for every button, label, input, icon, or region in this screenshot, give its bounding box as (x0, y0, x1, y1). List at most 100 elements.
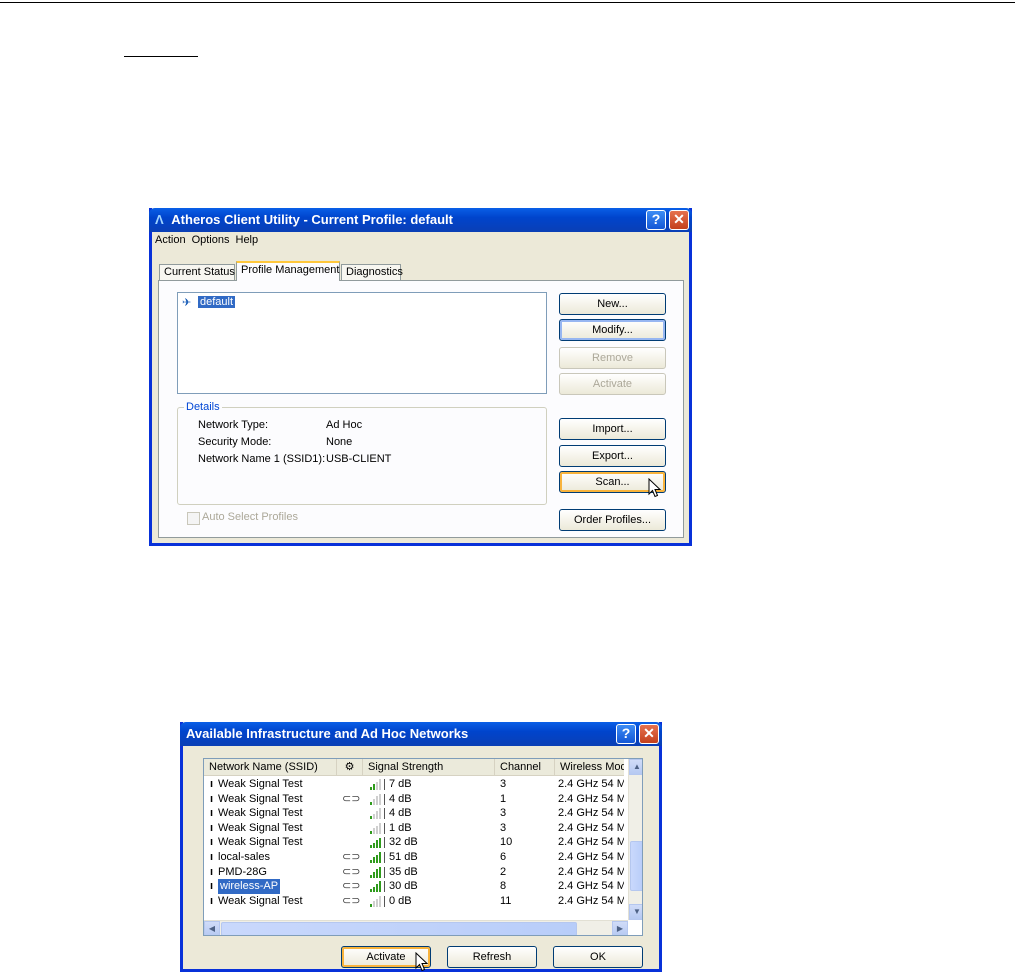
export-button[interactable]: Export... (559, 445, 666, 467)
column-network-name[interactable]: Network Name (SSID) (204, 759, 337, 775)
secure-key-icon: ⊂⊃ (342, 865, 361, 878)
title-bar[interactable]: Available Infrastructure and Ad Hoc Netw… (180, 722, 662, 746)
horizontal-scrollbar[interactable]: ◀ ▶ (204, 920, 628, 935)
column-wireless-mode[interactable]: Wireless Mode (555, 759, 624, 775)
network-person-icon: ı (210, 851, 214, 863)
details-group: Details Network Type: Ad Hoc Security Mo… (177, 401, 547, 505)
menu-action[interactable]: Action (152, 232, 189, 248)
table-row[interactable]: ı local-sales ⊂⊃ 51 dB 6 2.4 GHz 54 Mbp (204, 850, 624, 865)
wireless-mode-value: 2.4 GHz 54 Mbp (558, 821, 624, 834)
profile-list[interactable]: ✈ default (177, 292, 547, 394)
menu-options[interactable]: Options (189, 232, 233, 248)
scroll-up-button[interactable]: ▲ (629, 759, 642, 775)
ssid-value: USB-CLIENT (326, 453, 392, 465)
channel-value: 8 (500, 880, 507, 893)
menu-help[interactable]: Help (233, 232, 262, 248)
signal-strength-value: 35 dB (389, 865, 418, 878)
security-mode-label: Security Mode: (198, 436, 272, 448)
network-person-icon: ı (210, 836, 214, 849)
network-person-icon: ı (210, 894, 214, 907)
help-button[interactable]: ? (616, 724, 636, 744)
network-person-icon: ı (210, 792, 214, 805)
tab-current-status[interactable]: Current Status (159, 264, 235, 280)
table-row[interactable]: ı Weak Signal Test ⊂⊃ 0 dB 11 2.4 GHz 54 Mbp (204, 894, 624, 909)
wireless-mode-value: 2.4 GHz 54 Mbp (558, 792, 624, 805)
refresh-button[interactable]: Refresh (447, 946, 537, 968)
signal-strength-value: 4 dB (389, 792, 412, 805)
table-row[interactable]: ı Weak Signal Test 1 dB 3 2.4 GHz 54 Mbp (204, 821, 624, 836)
scroll-left-button[interactable]: ◀ (204, 921, 220, 935)
table-row[interactable]: ı PMD-28G ⊂⊃ 35 dB 2 2.4 GHz 54 Mbp (204, 865, 624, 880)
wireless-mode-value: 2.4 GHz 54 Mbp (558, 851, 624, 863)
networks-list[interactable]: Network Name (SSID) ⚙ Signal Strength Ch… (203, 758, 643, 936)
channel-value: 11 (500, 894, 512, 907)
page-top-rule (0, 2, 1015, 3)
available-networks-window: Available Infrastructure and Ad Hoc Netw… (180, 722, 662, 972)
auto-select-checkbox (187, 512, 200, 525)
secure-key-icon: ⊂⊃ (342, 880, 361, 893)
signal-bars-icon (370, 808, 385, 820)
tab-diagnostics[interactable]: Diagnostics (341, 264, 403, 280)
network-person-icon: ı (210, 880, 214, 893)
modify-button[interactable]: Modify... (559, 319, 666, 341)
column-security[interactable]: ⚙ (337, 759, 363, 775)
list-item[interactable]: ✈ default (182, 296, 236, 310)
network-person-icon: ı (210, 778, 214, 790)
signal-bars-icon (370, 866, 385, 878)
channel-value: 2 (500, 865, 507, 878)
secure-key-icon: ⊂⊃ (342, 894, 361, 907)
close-button[interactable]: ✕ (639, 724, 659, 744)
atheros-client-utility-window: Λ Atheros Client Utility - Current Profi… (149, 208, 692, 546)
tab-profile-management[interactable]: Profile Management (236, 261, 340, 281)
table-row[interactable]: ı Weak Signal Test 7 dB 3 2.4 GHz 54 Mbp (204, 777, 624, 792)
signal-strength-value: 1 dB (389, 821, 412, 834)
network-name: PMD-28G (218, 865, 267, 878)
signal-bars-icon (370, 779, 385, 790)
table-row[interactable]: ı Weak Signal Test ⊂⊃ 4 dB 1 2.4 GHz 54 Mbp (204, 792, 624, 807)
network-name: wireless-AP (218, 879, 281, 895)
table-row[interactable]: ı Weak Signal Test 32 dB 10 2.4 GHz 54 Mbp (204, 835, 624, 850)
window-title: Available Infrastructure and Ad Hoc Netw… (186, 726, 469, 741)
scroll-right-button[interactable]: ▶ (612, 921, 628, 935)
column-channel[interactable]: Channel (495, 759, 555, 775)
security-key-icon: ⚙ (344, 761, 355, 773)
wireless-mode-value: 2.4 GHz 54 Mbp (558, 807, 624, 820)
network-name: Weak Signal Test (218, 821, 303, 834)
new-button[interactable]: New... (559, 293, 666, 315)
signal-strength-value: 7 dB (389, 778, 412, 790)
channel-value: 1 (500, 792, 507, 805)
channel-value: 3 (500, 821, 507, 834)
network-person-icon: ı (210, 821, 214, 834)
details-group-label: Details (184, 401, 222, 413)
wireless-mode-value: 2.4 GHz 54 Mbp (558, 880, 624, 893)
scroll-thumb[interactable] (630, 841, 642, 891)
security-mode-value: None (326, 436, 353, 448)
vertical-scrollbar[interactable]: ▲ ▼ (628, 759, 642, 920)
networks-table-body: ı Weak Signal Test 7 dB 3 2.4 GHz 54 Mbp ı Wea… (204, 777, 624, 917)
ok-button[interactable]: OK (553, 946, 643, 968)
activate-button: Activate (559, 373, 666, 395)
table-row[interactable]: ı wireless-AP ⊂⊃ 30 dB 8 2.4 GHz 54 Mbp (204, 879, 624, 895)
mouse-cursor-icon (648, 478, 662, 498)
help-button[interactable]: ? (646, 210, 666, 230)
network-name: Weak Signal Test (218, 778, 303, 790)
menu-bar: Action Options Help (152, 232, 689, 250)
wireless-mode-value: 2.4 GHz 54 Mbp (558, 778, 624, 790)
hscroll-thumb[interactable] (221, 922, 577, 935)
title-bar[interactable]: Λ Atheros Client Utility - Current Profi… (149, 208, 692, 232)
order-profiles-button[interactable]: Order Profiles... (559, 509, 666, 531)
scroll-down-button[interactable]: ▼ (629, 904, 642, 920)
network-name: Weak Signal Test (218, 807, 303, 820)
signal-bars-icon (370, 895, 385, 907)
networks-table-header: Network Name (SSID) ⚙ Signal Strength Ch… (204, 759, 624, 776)
secure-key-icon: ⊂⊃ (342, 792, 361, 805)
column-signal-strength[interactable]: Signal Strength (363, 759, 495, 775)
table-row[interactable]: ı Weak Signal Test 4 dB 3 2.4 GHz 54 Mbp (204, 806, 624, 821)
window-title: Atheros Client Utility - Current Profile… (171, 212, 453, 227)
mouse-cursor-icon (415, 952, 429, 972)
channel-value: 3 (500, 807, 507, 820)
import-button[interactable]: Import... (559, 418, 666, 440)
close-button[interactable]: ✕ (669, 210, 689, 230)
network-person-icon: ı (210, 865, 214, 878)
ssid-label: Network Name 1 (SSID1): (198, 453, 326, 465)
